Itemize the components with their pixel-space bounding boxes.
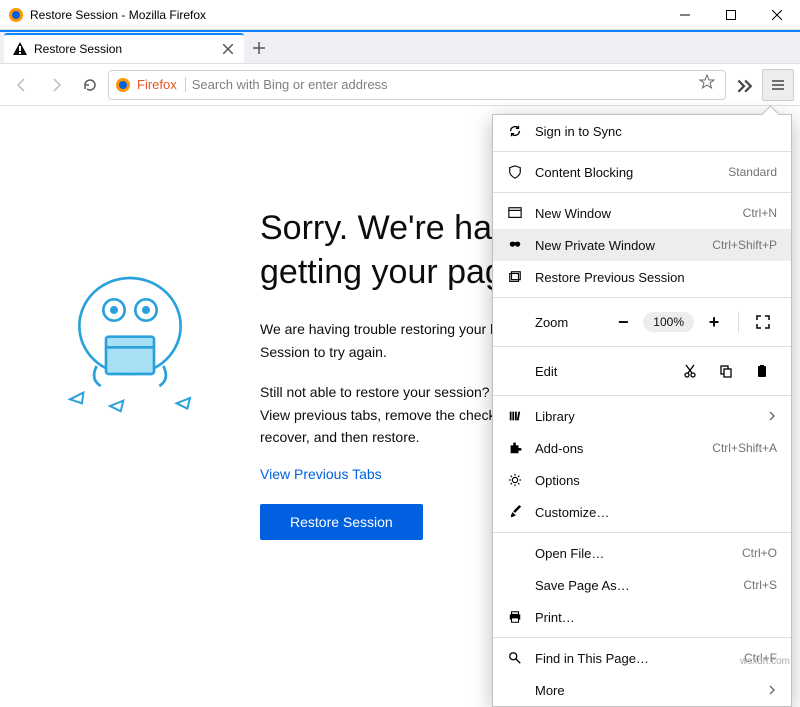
chevron-right-icon xyxy=(767,683,777,698)
application-menu: Sign in to Sync Content Blocking Standar… xyxy=(492,114,792,707)
menu-label: Save Page As… xyxy=(535,578,731,593)
menu-label: Restore Previous Session xyxy=(535,270,777,285)
close-button[interactable] xyxy=(754,0,800,30)
tab-label: Restore Session xyxy=(34,42,220,56)
menu-content-blocking[interactable]: Content Blocking Standard xyxy=(493,156,791,188)
urlbar-brand: Firefox xyxy=(137,77,186,92)
menu-open-file[interactable]: Open File… Ctrl+O xyxy=(493,537,791,569)
menu-label: Open File… xyxy=(535,546,730,561)
menu-new-private-window[interactable]: New Private Window Ctrl+Shift+P xyxy=(493,229,791,261)
zoom-in-button[interactable]: + xyxy=(700,308,728,336)
menu-save-page[interactable]: Save Page As… Ctrl+S xyxy=(493,569,791,601)
menu-label: Options xyxy=(535,473,777,488)
separator xyxy=(738,311,739,333)
mask-icon xyxy=(507,237,523,253)
menu-label: Sign in to Sync xyxy=(535,124,777,139)
back-button[interactable] xyxy=(6,69,38,101)
menu-label: Library xyxy=(535,409,755,424)
menu-separator xyxy=(493,532,791,533)
reload-button[interactable] xyxy=(74,69,106,101)
error-illustration xyxy=(40,206,220,633)
menu-label: Customize… xyxy=(535,505,777,520)
menu-label: Content Blocking xyxy=(535,165,716,180)
menu-more[interactable]: More xyxy=(493,674,791,706)
puzzle-icon xyxy=(507,440,523,456)
menu-label: Find in This Page… xyxy=(535,651,732,666)
menu-zoom-row: Zoom − 100% + xyxy=(493,302,791,342)
chevron-right-icon xyxy=(767,409,777,424)
tab-restore-session[interactable]: Restore Session xyxy=(4,33,244,63)
restore-session-button[interactable]: Restore Session xyxy=(260,504,423,540)
maximize-button[interactable] xyxy=(708,0,754,30)
menu-label: New Window xyxy=(535,206,731,221)
menu-addons[interactable]: Add-ons Ctrl+Shift+A xyxy=(493,432,791,464)
restore-icon xyxy=(507,269,523,285)
gear-icon xyxy=(507,472,523,488)
menu-separator xyxy=(493,151,791,152)
edit-label: Edit xyxy=(507,364,669,379)
menu-label: Print… xyxy=(535,610,777,625)
search-icon xyxy=(507,650,523,666)
hamburger-menu-button[interactable] xyxy=(762,69,794,101)
menu-label: Add-ons xyxy=(535,441,700,456)
printer-icon xyxy=(507,609,523,625)
menu-sign-in-sync[interactable]: Sign in to Sync xyxy=(493,115,791,147)
menu-restore-previous-session[interactable]: Restore Previous Session xyxy=(493,261,791,293)
urlbar-placeholder: Search with Bing or enter address xyxy=(192,77,693,92)
tab-bar: Restore Session xyxy=(0,30,800,64)
menu-customize[interactable]: Customize… xyxy=(493,496,791,528)
fullscreen-button[interactable] xyxy=(749,308,777,336)
paintbrush-icon xyxy=(507,504,523,520)
menu-options[interactable]: Options xyxy=(493,464,791,496)
paste-button[interactable] xyxy=(747,357,777,385)
content-blocking-state: Standard xyxy=(728,165,777,179)
firefox-icon xyxy=(115,77,131,93)
sync-icon xyxy=(507,123,523,139)
window-title: Restore Session - Mozilla Firefox xyxy=(30,8,662,22)
menu-edit-row: Edit xyxy=(493,351,791,391)
window-icon xyxy=(507,205,523,221)
menu-label: New Private Window xyxy=(535,238,700,253)
shield-icon xyxy=(507,164,523,180)
menu-shortcut: Ctrl+Shift+P xyxy=(712,238,777,252)
cut-button[interactable] xyxy=(675,357,705,385)
menu-separator xyxy=(493,637,791,638)
warning-icon xyxy=(12,41,28,57)
copy-button[interactable] xyxy=(711,357,741,385)
menu-separator xyxy=(493,395,791,396)
zoom-label: Zoom xyxy=(507,315,603,330)
menu-shortcut: Ctrl+Shift+A xyxy=(712,441,777,455)
forward-button[interactable] xyxy=(40,69,72,101)
zoom-percent[interactable]: 100% xyxy=(643,312,694,332)
menu-shortcut: Ctrl+O xyxy=(742,546,777,560)
view-previous-tabs-link[interactable]: View Previous Tabs xyxy=(260,466,382,482)
menu-print[interactable]: Print… xyxy=(493,601,791,633)
minimize-button[interactable] xyxy=(662,0,708,30)
new-tab-button[interactable] xyxy=(244,33,274,63)
window-titlebar: Restore Session - Mozilla Firefox xyxy=(0,0,800,30)
menu-separator xyxy=(493,192,791,193)
url-bar[interactable]: Firefox Search with Bing or enter addres… xyxy=(108,70,726,100)
menu-separator xyxy=(493,346,791,347)
firefox-icon xyxy=(8,7,24,23)
menu-library[interactable]: Library xyxy=(493,400,791,432)
menu-label: More xyxy=(535,683,755,698)
watermark: wsxdn.com xyxy=(740,656,790,667)
menu-separator xyxy=(493,297,791,298)
navigation-toolbar: Firefox Search with Bing or enter addres… xyxy=(0,64,800,106)
overflow-button[interactable] xyxy=(728,76,760,94)
menu-shortcut: Ctrl+S xyxy=(743,578,777,592)
bookmark-star-button[interactable] xyxy=(699,74,719,95)
menu-new-window[interactable]: New Window Ctrl+N xyxy=(493,197,791,229)
zoom-out-button[interactable]: − xyxy=(609,308,637,336)
tab-close-button[interactable] xyxy=(220,41,236,57)
library-icon xyxy=(507,408,523,424)
menu-shortcut: Ctrl+N xyxy=(743,206,777,220)
